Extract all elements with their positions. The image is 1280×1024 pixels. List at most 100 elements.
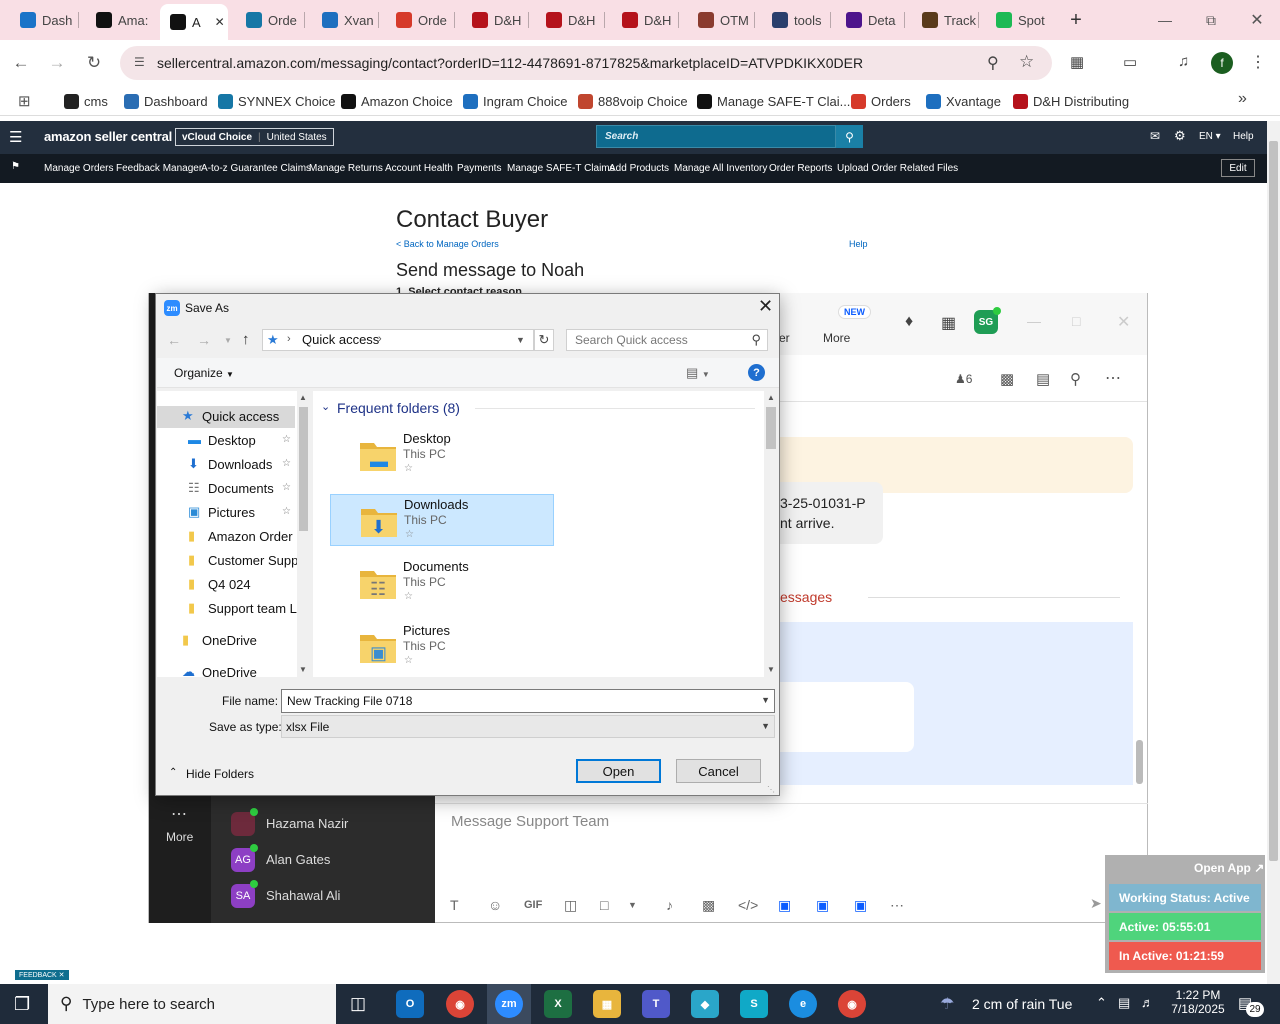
zoom-maximize-icon[interactable]: □ — [1072, 313, 1080, 329]
tab-7[interactable]: D&H — [462, 6, 526, 34]
bookmark-item[interactable]: Orders — [851, 92, 911, 110]
schedule-icon[interactable]: ▤ — [1036, 370, 1050, 388]
tab-11[interactable]: tools — [762, 6, 828, 34]
breadcrumb[interactable]: Quick access — [302, 332, 379, 347]
compose-more-icon[interactable]: ⋯ — [890, 897, 904, 914]
location-dropdown-icon[interactable]: ▼ — [516, 335, 525, 345]
calendar-box-icon[interactable]: ▦ — [941, 313, 956, 333]
sc-search-icon[interactable]: ⚲ — [836, 125, 863, 148]
sc-nav-link[interactable]: Payments — [457, 163, 501, 174]
sc-nav-link[interactable]: Order Reports — [769, 163, 832, 174]
hamburger-icon[interactable]: ☰ — [9, 128, 22, 146]
bookmark-item[interactable]: Manage SAFE-T Clai... — [697, 92, 850, 110]
settings-gear-icon[interactable]: ⚙ — [1174, 128, 1186, 144]
page-scrollbar[interactable] — [1267, 121, 1280, 984]
bookmark-item[interactable]: D&H Distributing — [1013, 92, 1129, 110]
extensions-icon[interactable]: ▦ — [1070, 53, 1084, 71]
bookmark-item[interactable]: Ingram Choice — [463, 92, 568, 110]
tab-10[interactable]: OTM — [688, 6, 752, 34]
bookmark-item[interactable]: SYNNEX Choice — [218, 92, 336, 110]
excel-icon[interactable]: X — [544, 990, 572, 1018]
recent-locations-icon[interactable]: ▼ — [224, 336, 232, 345]
code-snippet-icon[interactable]: </> — [738, 897, 758, 913]
taskbar-search[interactable]: ⚲ Type here to search — [48, 984, 336, 1024]
notification-bell-icon[interactable]: ♦ — [905, 313, 913, 331]
compose-input[interactable]: Message Support Team — [451, 813, 609, 830]
bookmark-item[interactable]: Amazon Choice — [341, 92, 453, 110]
edit-nav-button[interactable]: Edit — [1221, 159, 1255, 177]
dialog-close-icon[interactable]: ✕ — [758, 296, 773, 317]
zoom-close-icon[interactable]: ✕ — [1117, 312, 1130, 332]
dialog-search-input[interactable]: Search Quick access ⚲ — [566, 329, 768, 351]
zoom-minimize-icon[interactable]: — — [1027, 313, 1041, 329]
chevron-up-icon[interactable]: ⌃ — [169, 767, 177, 778]
feedback-tab[interactable]: FEEDBACK ✕ — [15, 970, 69, 980]
contact-name[interactable]: Alan Gates — [266, 852, 330, 867]
clock[interactable]: 1:22 PM 7/18/2025 — [1170, 988, 1226, 1016]
zoom-more-tab[interactable]: More — [823, 331, 850, 345]
sc-nav-link[interactable]: Upload Order Related Files — [837, 163, 958, 174]
teams-icon[interactable]: T — [642, 990, 670, 1018]
back-to-orders-link[interactable]: < Back to Manage Orders — [396, 239, 499, 249]
organize-button[interactable]: Organize ▼ — [174, 366, 234, 380]
volume-icon[interactable]: ♬ — [1141, 995, 1154, 1010]
resize-grip-icon[interactable]: ⋱ — [767, 785, 775, 794]
seller-central-logo[interactable]: amazon seller central — [44, 129, 172, 144]
bookmark-item[interactable]: Dashboard — [124, 92, 208, 110]
format-text-icon[interactable]: T — [450, 897, 459, 913]
screenshot-icon[interactable]: □ — [600, 897, 608, 913]
s-app-icon[interactable]: S — [740, 990, 768, 1018]
sc-nav-link[interactable]: Account Health — [385, 163, 453, 174]
task-view-icon[interactable]: ◫ — [350, 994, 366, 1014]
file-name-input[interactable]: New Tracking File 0718 ▼ — [281, 689, 775, 713]
microphone-icon[interactable]: ♪ — [666, 897, 673, 913]
network-icon[interactable]: ▤ — [1118, 995, 1130, 1011]
chat-more-icon[interactable]: ⋯ — [1105, 368, 1121, 388]
windows-start-icon[interactable]: ❐ — [14, 994, 30, 1015]
refresh-icon[interactable]: ↻ — [534, 329, 554, 351]
member-count[interactable]: ♟6 — [955, 372, 972, 386]
nav-item[interactable]: ▮ Amazon Order P — [188, 526, 305, 546]
tab-14[interactable]: Spot — [986, 6, 1054, 34]
chat-search-icon[interactable]: ⚲ — [1070, 370, 1081, 388]
minimize-icon[interactable]: — — [1152, 8, 1178, 32]
url-text[interactable]: sellercentral.amazon.com/messaging/conta… — [157, 55, 863, 71]
new-tab-button[interactable]: + — [1064, 8, 1088, 32]
screenshot-chevron-icon[interactable]: ▼ — [628, 900, 637, 910]
clips-icon[interactable]: ▣ — [854, 897, 867, 914]
apps-grid-icon[interactable]: ⊞ — [18, 92, 31, 110]
bookmark-nav-icon[interactable]: ⚑ — [11, 161, 20, 172]
store-selector[interactable]: vCloud Choice | United States — [175, 128, 334, 146]
sc-nav-link[interactable]: Manage All Inventory — [674, 163, 767, 174]
forward-icon[interactable]: → — [46, 52, 68, 74]
profile-avatar[interactable]: f — [1211, 52, 1233, 74]
folder-item[interactable]: ▣ Pictures This PC ☆ — [330, 621, 554, 673]
side-more-label[interactable]: More — [166, 830, 193, 844]
reload-icon[interactable]: ↻ — [83, 52, 105, 74]
nav-item[interactable]: ▮ Customer Suppc — [188, 550, 305, 570]
sc-search-input[interactable]: Search — [596, 125, 836, 148]
side-more-icon[interactable]: ⋯ — [171, 804, 187, 824]
tab-close-icon[interactable]: ✕ — [215, 15, 225, 29]
save-type-select[interactable]: xlsx File ▼ — [281, 715, 775, 738]
open-button[interactable]: Open — [576, 759, 661, 783]
nav-item[interactable]: ▮ OneDrive — [182, 630, 257, 650]
file-explorer-icon[interactable]: ▦ — [593, 990, 621, 1018]
bookmark-item[interactable]: cms — [64, 92, 108, 110]
nav-item[interactable]: ⬇ Downloads — [188, 454, 272, 474]
video-message-icon[interactable]: ▩ — [702, 897, 715, 914]
nav-scrollbar[interactable]: ▲ ▼ — [297, 391, 310, 677]
folder-item[interactable]: ☷ Documents This PC ☆ — [330, 557, 554, 609]
zoom-tab-partial[interactable]: er — [779, 331, 790, 345]
emoji-icon[interactable]: ☺ — [488, 897, 502, 913]
zoom-taskbar-icon[interactable]: zm — [495, 990, 523, 1018]
bookmark-item[interactable]: Xvantage — [926, 92, 1001, 110]
nav-item[interactable]: ▣ Pictures — [188, 502, 255, 522]
tab-4[interactable]: Orde — [236, 6, 302, 34]
send-icon[interactable]: ➤ — [1090, 895, 1102, 912]
outlook-icon[interactable]: O — [396, 990, 424, 1018]
file-icon[interactable]: ◫ — [564, 897, 577, 914]
view-options-icon[interactable]: ▤ ▼ — [686, 365, 710, 381]
folder-item[interactable]: ⬇ Downloads This PC ☆ — [330, 494, 554, 546]
weather-icon[interactable]: ☂ — [940, 994, 954, 1014]
